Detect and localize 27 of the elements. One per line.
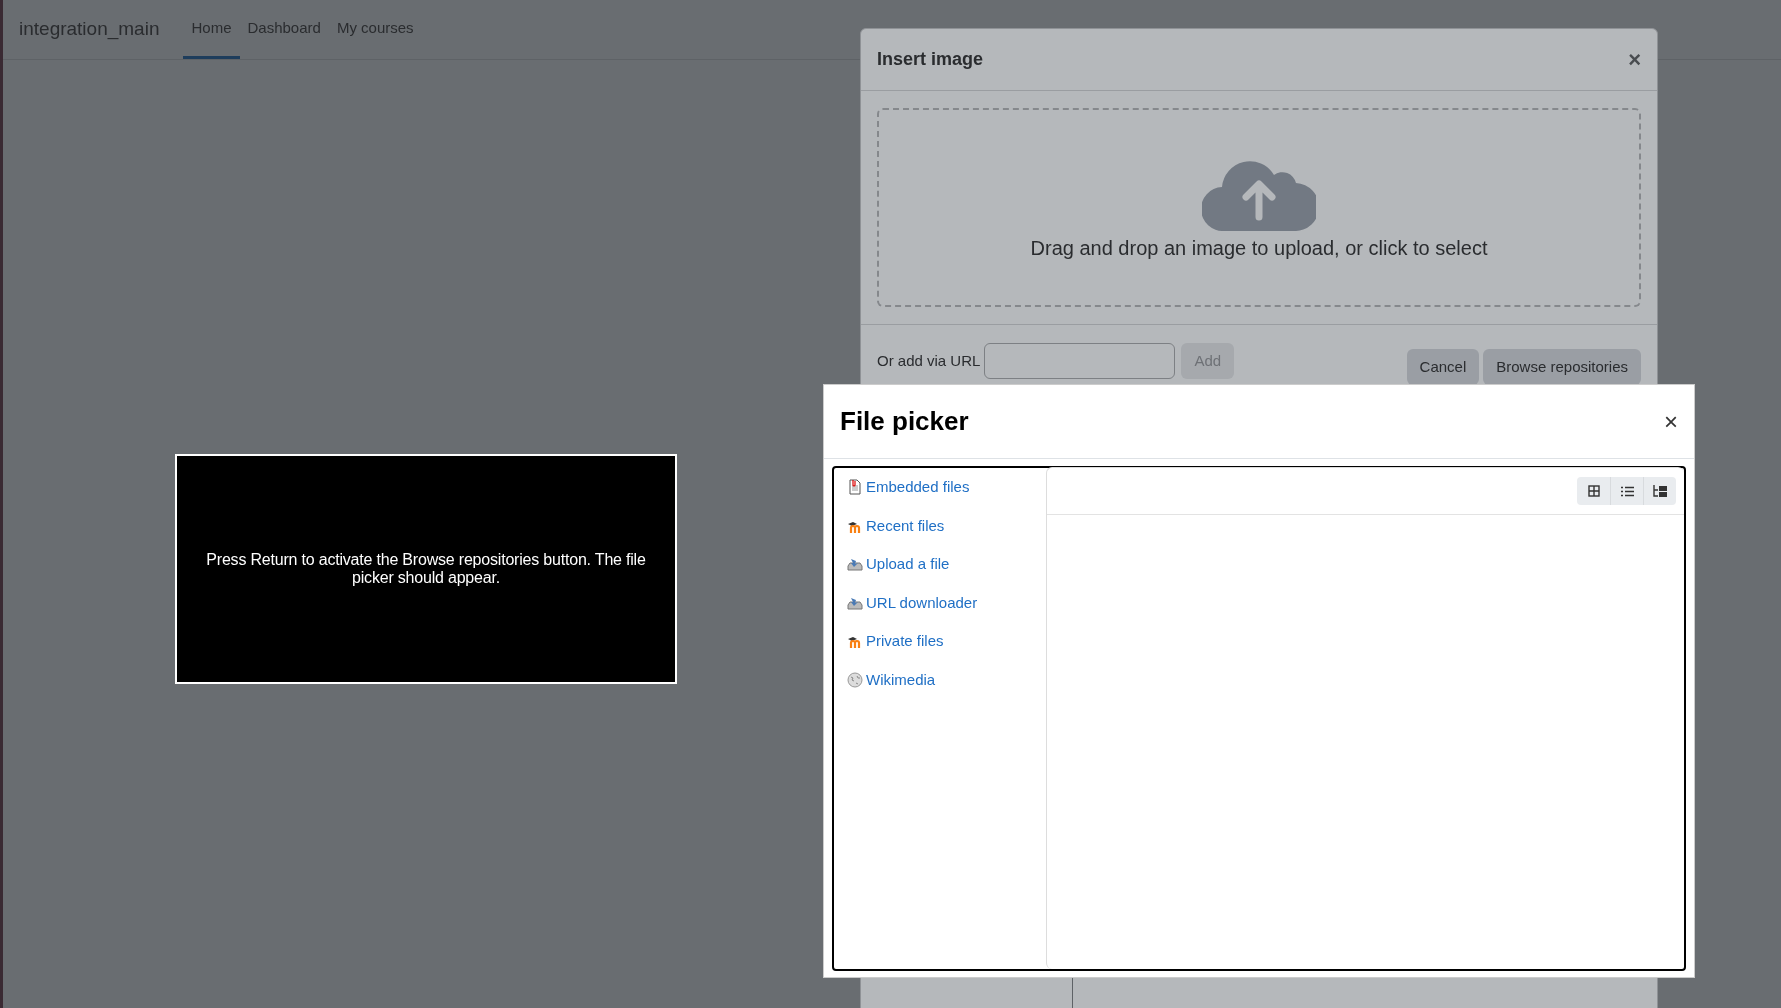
list-icon <box>1620 485 1634 497</box>
message-text: Press Return to activate the Browse repositories button. The file picker should appear. <box>205 551 647 587</box>
tree-icon <box>1653 485 1667 497</box>
repository-link[interactable]: Embedded files <box>847 468 1046 507</box>
repository-link[interactable]: Recent files <box>847 506 1046 545</box>
dialog-button[interactable]: Cancel <box>1406 349 1480 385</box>
repository-link[interactable]: URL downloader <box>847 583 1046 622</box>
drop-instructions: Drag and drop an image to upload, or click to select <box>1030 235 1488 261</box>
dialog-title: Insert image <box>877 48 984 71</box>
site-name: integration_main <box>19 17 160 42</box>
dialog-button[interactable]: Browse repositories <box>1483 349 1641 385</box>
drop-zone[interactable]: Drag and drop an image to upload, or click to select <box>877 108 1641 307</box>
url-label: Or add via URL <box>877 350 981 371</box>
close-button[interactable]: × <box>1628 48 1641 71</box>
repository-link[interactable]: Wikimedia <box>847 660 1046 699</box>
tray-icon <box>847 556 863 573</box>
document-icon <box>847 479 863 496</box>
grid-icon <box>1587 485 1600 497</box>
close-button[interactable]: × <box>1664 409 1678 434</box>
nav-tab[interactable]: Home <box>183 0 240 59</box>
nav-tab[interactable]: Dashboard <box>239 0 329 59</box>
repository-link[interactable]: Private files <box>847 622 1046 661</box>
globe-icon <box>847 671 863 688</box>
repository-link[interactable]: Upload a file <box>847 545 1046 584</box>
nav-tab[interactable]: My courses <box>328 0 422 59</box>
url-field[interactable] <box>984 343 1176 379</box>
dialog-title: File picker <box>840 405 969 438</box>
